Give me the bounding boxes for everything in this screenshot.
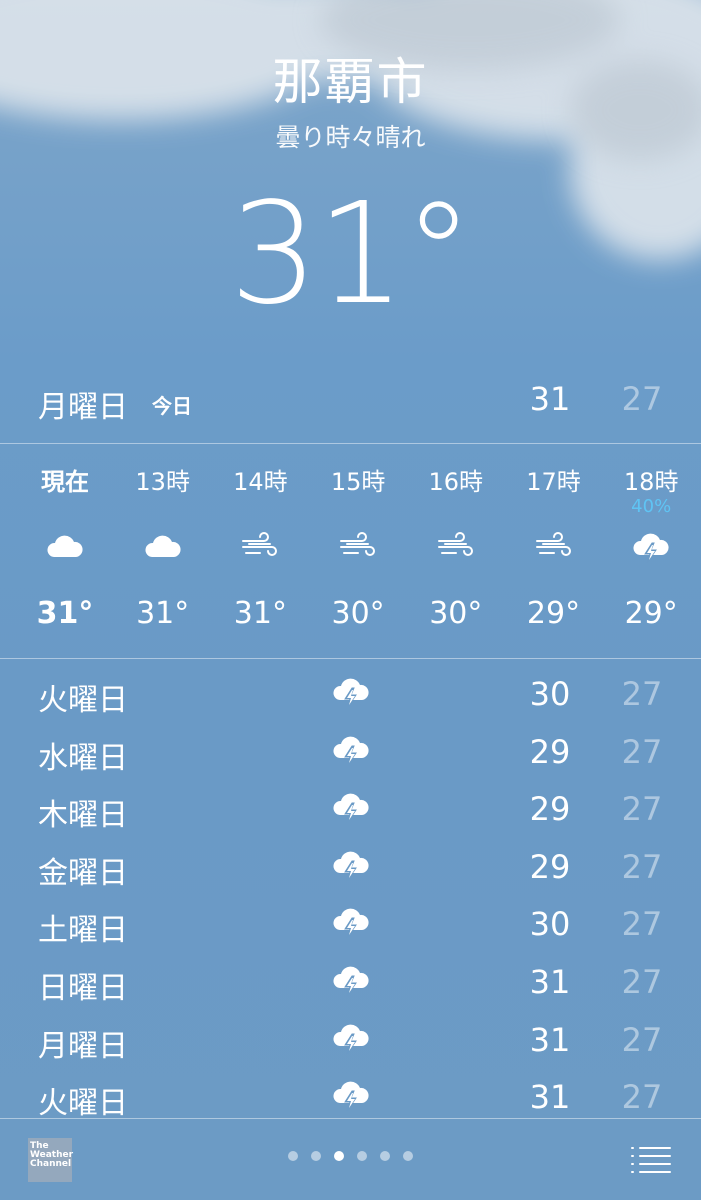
day-name: 火曜日 (38, 1086, 128, 1122)
page-dot[interactable] (357, 1151, 367, 1161)
divider (0, 658, 701, 659)
footer-bar: The Weather Channel (0, 1118, 701, 1200)
hour-temperature: 31° (233, 596, 287, 631)
day-high: 29 (529, 847, 571, 886)
thunderstorm-icon (331, 848, 371, 884)
hour-label: 14時 (233, 468, 288, 496)
day-name: 木曜日 (38, 798, 128, 834)
day-high: 31 (529, 962, 571, 1001)
today-day: 月曜日 (38, 390, 128, 425)
daily-row: 金曜日 29 27 (0, 838, 701, 896)
today-tag: 今日 (152, 394, 192, 418)
hour-temperature: 29° (526, 596, 581, 631)
page-dot[interactable] (403, 1151, 413, 1161)
today-high: 31 (529, 380, 571, 418)
cloud-icon (143, 530, 183, 564)
day-high: 31 (529, 1020, 571, 1059)
thunderstorm-icon (331, 790, 371, 826)
thunderstorm-icon (331, 963, 371, 999)
day-low: 27 (621, 905, 663, 944)
hour-label: 現在 (41, 468, 89, 496)
thunderstorm-icon (331, 733, 371, 769)
today-row: 月曜日 今日 31 27 (0, 372, 701, 428)
thunderstorm-icon (631, 530, 671, 564)
day-high: 29 (529, 732, 571, 771)
hour-label: 17時 (526, 468, 581, 496)
logo-line: Channel (30, 1159, 72, 1169)
day-name: 水曜日 (38, 740, 128, 776)
daily-row: 土曜日 30 27 (0, 895, 701, 953)
daily-row: 木曜日 29 27 (0, 780, 701, 838)
day-low: 27 (621, 962, 663, 1001)
hour-temperature: 29° (624, 596, 678, 631)
day-high: 31 (529, 1078, 571, 1117)
location-header: 那覇市 曇り時々晴れ (0, 52, 701, 154)
day-name: 月曜日 (38, 1028, 128, 1064)
day-low: 27 (621, 847, 663, 886)
precipitation-chance: 40% (631, 496, 672, 517)
page-dot[interactable] (288, 1151, 298, 1161)
page-dot-active[interactable] (334, 1151, 344, 1161)
cloud-icon (45, 530, 85, 564)
day-high: 30 (529, 675, 571, 713)
day-name: 金曜日 (38, 855, 128, 891)
daily-forecast[interactable]: 火曜日 30 27 水曜日 29 27 木曜日 29 27 金曜日 29 27 土曜日 30 27 日曜日 31… (0, 665, 701, 1126)
thunderstorm-icon (331, 1021, 371, 1057)
day-low: 27 (621, 1020, 663, 1059)
hour-temperature: 30° (331, 596, 385, 631)
day-name: 日曜日 (38, 970, 128, 1006)
day-low: 27 (621, 1078, 663, 1117)
weather-condition: 曇り時々晴れ (275, 123, 426, 152)
hour-label: 16時 (428, 468, 484, 496)
weather-channel-logo[interactable]: The Weather Channel (28, 1138, 73, 1182)
hour-temperature: 30° (429, 596, 483, 631)
thunderstorm-icon (331, 675, 371, 711)
wind-icon (534, 530, 574, 564)
list-icon[interactable] (630, 1145, 672, 1175)
hour-label: 18時 (623, 468, 679, 496)
daily-row: 日曜日 31 27 (0, 953, 701, 1011)
wind-icon (338, 530, 378, 564)
current-temperature: 31° (229, 173, 473, 336)
page-indicator[interactable] (288, 1151, 418, 1163)
page-dot[interactable] (311, 1151, 321, 1161)
hour-label: 15時 (330, 468, 386, 496)
daily-row: 水曜日 29 27 (0, 723, 701, 781)
hour-label: 13時 (135, 468, 190, 496)
day-low: 27 (621, 675, 663, 713)
city-name: 那覇市 (272, 53, 429, 111)
day-high: 29 (529, 790, 571, 829)
thunderstorm-icon (331, 1078, 371, 1114)
day-low: 27 (621, 732, 663, 771)
daily-row: 火曜日 30 27 (0, 665, 701, 723)
hour-temperature: 31° (36, 596, 94, 631)
wind-icon (436, 530, 476, 564)
daily-row: 月曜日 31 27 (0, 1011, 701, 1069)
day-name: 土曜日 (38, 913, 128, 949)
thunderstorm-icon (331, 905, 371, 941)
day-low: 27 (621, 790, 663, 829)
page-dot[interactable] (380, 1151, 390, 1161)
day-name: 火曜日 (38, 683, 128, 718)
day-high: 30 (529, 905, 571, 944)
hourly-forecast[interactable]: 現在 31° 13時 31° 14時 31° 15時 30° 16時 30° 17時 29° 18時 40… (0, 444, 701, 658)
wind-icon (240, 530, 280, 564)
today-low: 27 (621, 380, 663, 418)
hour-temperature: 31° (136, 596, 190, 631)
